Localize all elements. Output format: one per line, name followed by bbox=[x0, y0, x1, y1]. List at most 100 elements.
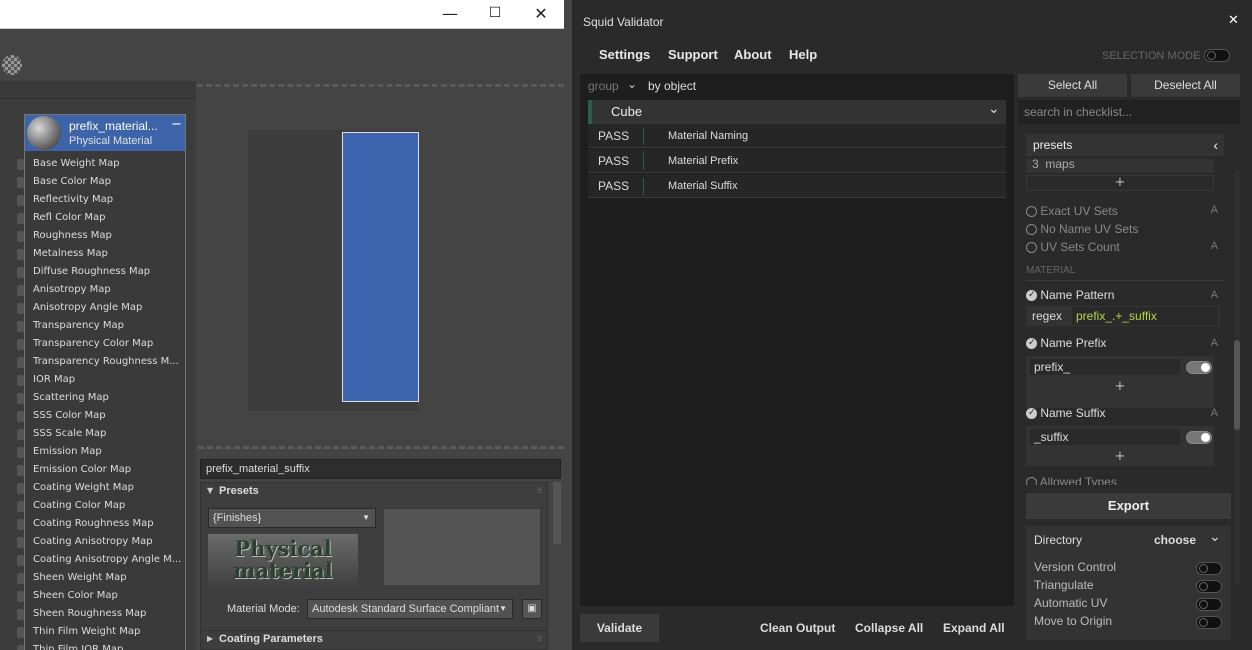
material-mode-dropdown[interactable]: Autodesk Standard Surface Compliant ▼ bbox=[307, 599, 513, 619]
uv-check-item[interactable]: No Name UV Sets bbox=[1026, 220, 1138, 238]
map-slot[interactable]: Sheen Roughness Map bbox=[33, 605, 146, 623]
input-socket[interactable] bbox=[17, 375, 24, 386]
map-slot[interactable]: Anisotropy Map bbox=[33, 281, 111, 299]
expand-all-button[interactable]: Expand All bbox=[943, 614, 1005, 642]
deselect-all-button[interactable]: Deselect All bbox=[1131, 74, 1240, 97]
input-socket[interactable] bbox=[17, 501, 24, 512]
suffix-input[interactable]: _suffix bbox=[1030, 429, 1180, 445]
input-socket[interactable] bbox=[17, 591, 24, 602]
input-socket[interactable] bbox=[17, 429, 24, 440]
name-prefix-check[interactable]: Name Prefix bbox=[1026, 336, 1106, 350]
maps-field[interactable]: 3 maps bbox=[1026, 159, 1214, 173]
minimize-button[interactable]: — bbox=[427, 0, 473, 29]
group-value[interactable]: by object bbox=[648, 79, 696, 93]
choose-button[interactable]: choose bbox=[1154, 533, 1196, 547]
input-socket[interactable] bbox=[17, 159, 24, 170]
input-socket[interactable] bbox=[17, 339, 24, 350]
suffix-toggle[interactable] bbox=[1186, 431, 1212, 444]
scrollbar[interactable] bbox=[553, 482, 561, 544]
input-socket[interactable] bbox=[17, 285, 24, 296]
input-socket[interactable] bbox=[17, 231, 24, 242]
option-toggle[interactable] bbox=[1196, 562, 1222, 575]
map-slot[interactable]: Thin Film IOR Map bbox=[33, 641, 123, 650]
collapse-all-button[interactable]: Collapse All bbox=[855, 614, 923, 642]
scrollbar-thumb[interactable] bbox=[1234, 340, 1240, 430]
result-row[interactable]: PASS Material Suffix bbox=[588, 174, 1006, 198]
export-button[interactable]: Export bbox=[1026, 493, 1231, 519]
input-socket[interactable] bbox=[17, 573, 24, 584]
map-slot[interactable]: Metalness Map bbox=[33, 245, 108, 263]
map-slot[interactable]: Diffuse Roughness Map bbox=[33, 263, 150, 281]
map-slot[interactable]: Sheen Weight Map bbox=[33, 569, 127, 587]
input-socket[interactable] bbox=[17, 519, 24, 530]
prefix-input[interactable]: prefix_ bbox=[1030, 359, 1180, 375]
selection-mode-toggle[interactable] bbox=[1204, 49, 1230, 62]
checklist-scrollbar-track[interactable] bbox=[1234, 170, 1240, 585]
save-icon[interactable]: ▣ bbox=[522, 599, 542, 619]
map-slot[interactable]: Coating Roughness Map bbox=[33, 515, 154, 533]
input-socket[interactable] bbox=[17, 447, 24, 458]
map-slot[interactable]: SSS Color Map bbox=[33, 407, 106, 425]
map-slot[interactable]: Base Color Map bbox=[33, 173, 111, 191]
result-row[interactable]: PASS Material Naming bbox=[588, 124, 1006, 148]
node-header[interactable]: prefix_material... Physical Material − bbox=[25, 115, 185, 151]
regex-input[interactable]: prefix_.+_suffix bbox=[1072, 307, 1218, 325]
menu-help[interactable]: Help bbox=[789, 40, 817, 70]
option-toggle[interactable] bbox=[1196, 580, 1222, 593]
input-socket[interactable] bbox=[17, 645, 24, 650]
input-socket[interactable] bbox=[17, 393, 24, 404]
chevron-down-icon[interactable]: ⌄ bbox=[988, 101, 1000, 117]
map-slot[interactable]: Coating Weight Map bbox=[33, 479, 134, 497]
map-slot[interactable]: Transparency Roughness M... bbox=[33, 353, 179, 371]
chevron-left-icon[interactable]: ‹ bbox=[1213, 134, 1218, 156]
menu-about[interactable]: About bbox=[734, 40, 772, 70]
input-socket[interactable] bbox=[17, 267, 24, 278]
rollout-arrow-icon[interactable]: ▼ bbox=[207, 486, 213, 495]
input-socket[interactable] bbox=[17, 249, 24, 260]
add-button[interactable]: + bbox=[1026, 175, 1214, 191]
input-socket[interactable] bbox=[17, 537, 24, 548]
map-slot[interactable]: Thin Film Weight Map bbox=[33, 623, 140, 641]
map-slot[interactable]: Sheen Color Map bbox=[33, 587, 118, 605]
map-slot[interactable]: Base Weight Map bbox=[33, 155, 120, 173]
map-slot[interactable]: Roughness Map bbox=[33, 227, 112, 245]
name-suffix-check[interactable]: Name Suffix bbox=[1026, 406, 1105, 420]
maximize-button[interactable]: ☐ bbox=[472, 0, 518, 29]
map-slot[interactable]: Refl Color Map bbox=[33, 209, 106, 227]
map-slot[interactable]: SSS Scale Map bbox=[33, 425, 106, 443]
uv-check-item[interactable]: Exact UV Sets bbox=[1026, 202, 1118, 220]
result-row[interactable]: PASS Material Prefix bbox=[588, 149, 1006, 173]
material-node[interactable]: prefix_material... Physical Material − B… bbox=[24, 114, 186, 650]
map-slot[interactable]: Coating Color Map bbox=[33, 497, 125, 515]
preset-dropdown[interactable]: {Finishes} ▼ bbox=[208, 508, 376, 528]
add-button[interactable]: + bbox=[1026, 450, 1214, 466]
map-slot[interactable]: Emission Color Map bbox=[33, 461, 131, 479]
input-socket[interactable] bbox=[17, 483, 24, 494]
prefix-toggle[interactable] bbox=[1186, 361, 1212, 374]
menu-support[interactable]: Support bbox=[668, 40, 718, 70]
name-pattern-check[interactable]: Name Pattern bbox=[1026, 288, 1114, 302]
input-socket[interactable] bbox=[17, 609, 24, 620]
option-toggle[interactable] bbox=[1196, 598, 1222, 611]
uv-check-item[interactable]: UV Sets Count bbox=[1026, 238, 1120, 256]
map-slot[interactable]: Coating Anisotropy Map bbox=[33, 533, 153, 551]
input-socket[interactable] bbox=[17, 195, 24, 206]
close-button[interactable]: ✕ bbox=[518, 0, 564, 29]
material-name-field[interactable]: prefix_material_suffix bbox=[200, 459, 561, 479]
map-slot[interactable]: IOR Map bbox=[33, 371, 75, 389]
input-socket[interactable] bbox=[17, 555, 24, 566]
input-socket[interactable] bbox=[17, 357, 24, 368]
input-socket[interactable] bbox=[17, 627, 24, 638]
chevron-down-icon[interactable]: ⌄ bbox=[1209, 529, 1221, 545]
input-socket[interactable] bbox=[17, 303, 24, 314]
map-slot[interactable]: Coating Anisotropy Angle M... bbox=[33, 551, 181, 569]
clean-output-button[interactable]: Clean Output bbox=[760, 614, 835, 642]
input-socket[interactable] bbox=[17, 411, 24, 422]
close-icon[interactable]: ✕ bbox=[1228, 13, 1239, 28]
map-slot[interactable]: Transparency Color Map bbox=[33, 335, 153, 353]
map-slot[interactable]: Transparency Map bbox=[33, 317, 124, 335]
input-socket[interactable] bbox=[17, 213, 24, 224]
input-socket[interactable] bbox=[17, 321, 24, 332]
select-all-button[interactable]: Select All bbox=[1018, 74, 1127, 97]
checker-icon[interactable] bbox=[2, 55, 22, 75]
